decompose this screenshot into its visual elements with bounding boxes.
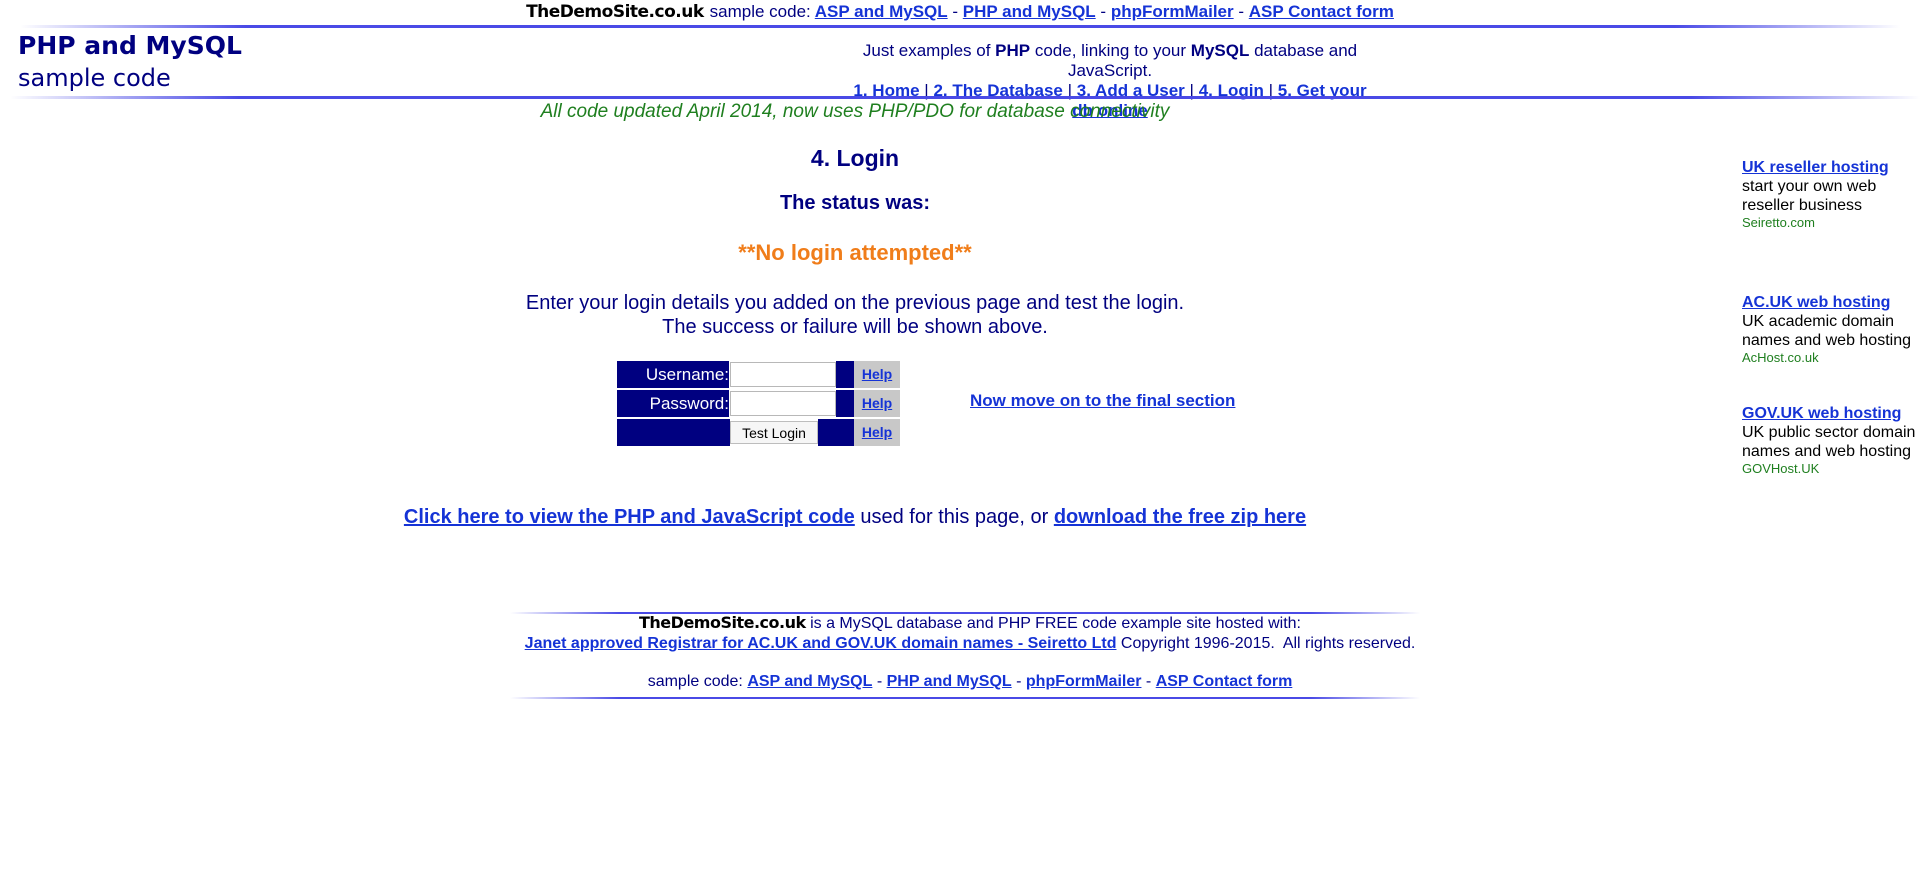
separator: - (1238, 2, 1245, 21)
footer-bottom-divider (510, 697, 1420, 699)
separator: - (1016, 673, 1022, 690)
separator: - (1100, 2, 1107, 21)
submit-help-link[interactable]: Help (862, 424, 892, 440)
status-message: **No login attempted** (738, 240, 972, 265)
ad-description: UK public sector domain names and web ho… (1742, 424, 1916, 460)
ad-uk-reseller-hosting: UK reseller hosting start your own web r… (1742, 158, 1920, 230)
update-notice: All code updated April 2014, now uses PH… (540, 101, 1170, 122)
separator: - (1145, 673, 1152, 690)
footer-sample-code-label: sample code: (647, 673, 743, 690)
view-code-link[interactable]: Click here to view the PHP and JavaScrip… (404, 506, 855, 528)
top-link-phpformmailer[interactable]: phpFormMailer (1111, 2, 1234, 21)
ad-description: UK academic domain names and web hosting (1742, 313, 1911, 349)
top-link-php-mysql[interactable]: PHP and MySQL (963, 2, 1096, 21)
tagline-php: PHP (995, 41, 1031, 60)
password-label: Password: (617, 390, 729, 417)
ad-description: start your own web reseller business (1742, 178, 1877, 214)
ad-source: GOVHost.UK (1742, 461, 1820, 476)
site-title-line2: sample code (18, 64, 171, 92)
ad-source: AcHost.co.uk (1742, 350, 1819, 365)
copyright-text: Copyright 1996-2015. All rights reserved… (1116, 635, 1416, 652)
footer: TheDemoSite.co.uk is a MySQL database an… (490, 613, 1450, 692)
code-line-text: used for this page, or (854, 506, 1054, 528)
footer-link-asp-contact-form[interactable]: ASP Contact form (1156, 673, 1293, 690)
header-divider (10, 96, 1920, 99)
footer-link-phpformmailer[interactable]: phpFormMailer (1026, 673, 1142, 690)
footer-sample-code: sample code: ASP and MySQL - PHP and MyS… (490, 672, 1450, 692)
username-row: Username: Help (617, 361, 900, 388)
final-section-link[interactable]: Now move on to the final section (970, 391, 1235, 411)
tagline-mysql: MySQL (1190, 41, 1250, 60)
ad-gov-uk-web-hosting: GOV.UK web hosting UK public sector doma… (1742, 404, 1920, 476)
footer-link-php-mysql[interactable]: PHP and MySQL (887, 673, 1012, 690)
ad-ac-uk-web-hosting: AC.UK web hosting UK academic domain nam… (1742, 293, 1920, 365)
registrar-link[interactable]: Janet approved Registrar for AC.UK and G… (525, 635, 1117, 652)
code-download-line: Click here to view the PHP and JavaScrip… (300, 506, 1410, 529)
ad-title-link[interactable]: GOV.UK web hosting (1742, 405, 1901, 422)
password-help-link[interactable]: Help (862, 395, 892, 411)
row-spacer (836, 390, 854, 417)
help-cell: Help (854, 419, 900, 446)
page-title: 4. Login (810, 145, 900, 171)
site-title-line1: PHP and MySQL (18, 31, 242, 60)
top-divider (20, 25, 1900, 28)
separator: - (952, 2, 959, 21)
footer-hosted-text: is a MySQL database and PHP FREE code ex… (805, 615, 1301, 632)
row-spacer (836, 361, 854, 388)
top-bar: TheDemoSite.co.uk sample code: ASP and MyS… (0, 0, 1920, 24)
footer-brand-logo: TheDemoSite.co.uk (639, 613, 806, 632)
top-link-asp-mysql[interactable]: ASP and MySQL (815, 2, 948, 21)
row-spacer (818, 419, 854, 446)
tagline-text: code, linking to your (1030, 41, 1191, 60)
instructions-line2: The success or failure will be shown abo… (662, 316, 1048, 338)
footer-link-asp-mysql[interactable]: ASP and MySQL (747, 673, 872, 690)
ad-title-link[interactable]: UK reseller hosting (1742, 159, 1889, 176)
site-title: PHP and MySQL sample code (18, 30, 242, 94)
help-cell: Help (854, 361, 900, 388)
username-help-link[interactable]: Help (862, 366, 892, 382)
ad-title-link[interactable]: AC.UK web hosting (1742, 294, 1890, 311)
footer-hosted-line: TheDemoSite.co.uk is a MySQL database an… (490, 613, 1450, 634)
help-cell: Help (854, 390, 900, 417)
submit-row: Test Login Help (617, 419, 900, 446)
separator: - (876, 673, 883, 690)
tagline-text: Just examples of (862, 41, 996, 60)
status-label: The status was: (779, 192, 931, 214)
sample-code-label: sample code: (709, 2, 811, 21)
ad-source: Seiretto.com (1742, 215, 1815, 230)
test-login-button[interactable]: Test Login (730, 421, 818, 444)
username-input[interactable] (730, 362, 836, 387)
username-label: Username: (617, 361, 729, 388)
footer-gap (490, 654, 1450, 672)
instructions-line1: Enter your login details you added on th… (525, 292, 1185, 314)
footer-registrar-line: Janet approved Registrar for AC.UK and G… (490, 634, 1450, 654)
site-brand-logo: TheDemoSite.co.uk (526, 2, 704, 22)
password-input[interactable] (730, 391, 836, 416)
tagline: Just examples of PHP code, linking to yo… (850, 41, 1370, 81)
login-instructions: Enter your login details you added on th… (400, 291, 1310, 339)
download-zip-link[interactable]: download the free zip here (1054, 506, 1306, 528)
password-row: Password: Help (617, 390, 900, 417)
submit-row-label-cell (617, 419, 730, 446)
top-link-asp-contact-form[interactable]: ASP Contact form (1249, 2, 1394, 21)
